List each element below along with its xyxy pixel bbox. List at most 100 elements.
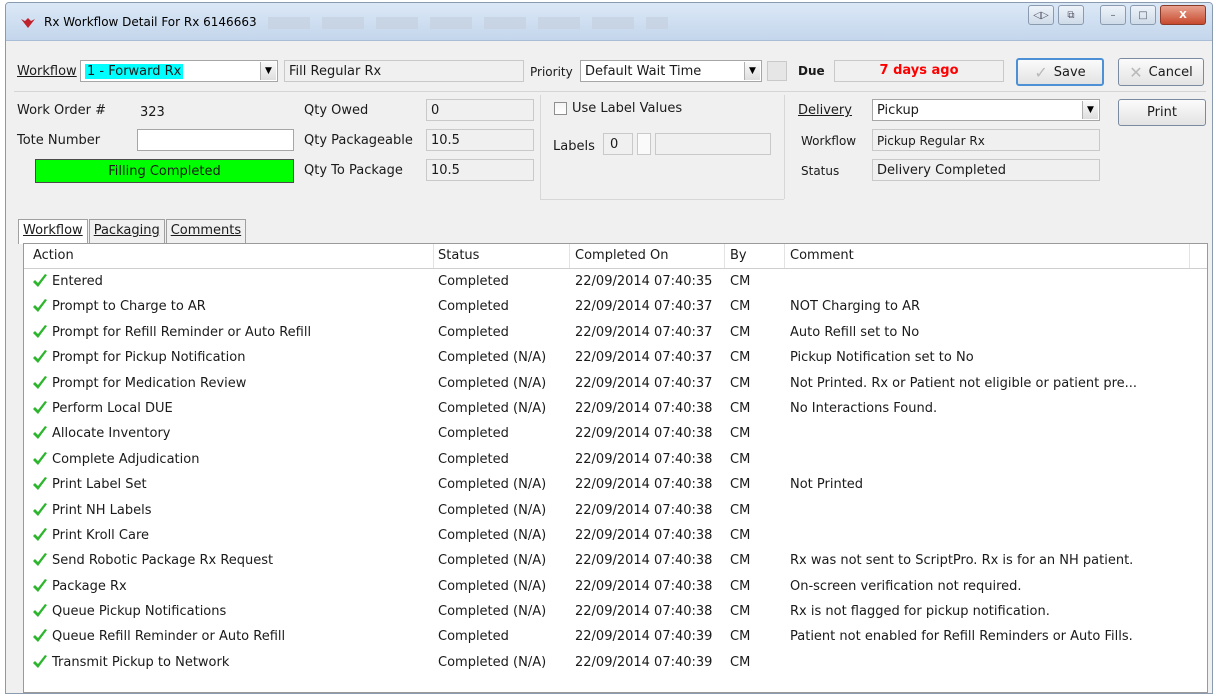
tote-number-label: Tote Number [17,133,101,148]
table-row[interactable]: Prompt for Medication Review Completed (N… [24,372,1207,397]
check-icon [33,502,47,516]
cell-action: Transmit Pickup to Network [52,654,230,670]
table-row[interactable]: Print Label Set Completed (N/A) 22/09/2014… [24,473,1207,498]
priority-extra-button[interactable] [767,61,787,81]
cell-status: Completed (N/A) [438,604,547,620]
check-icon [33,527,47,541]
column-header-action[interactable]: Action [33,248,74,263]
cell-by: CM [730,477,751,493]
column-header-by[interactable]: By [730,248,747,263]
check-icon [33,578,47,592]
cell-by: CM [730,375,751,391]
cell-comment: Not Printed. Rx or Patient not eligible … [790,375,1138,391]
cell-by: CM [730,604,751,620]
chevron-down-icon[interactable]: ▼ [260,62,276,80]
check-icon [33,375,47,389]
table-row[interactable]: Perform Local DUE Completed (N/A) 22/09/20… [24,397,1207,422]
workflow-grid[interactable]: Action Status Completed On By Comment En… [23,243,1208,693]
cell-status: Completed [438,451,509,467]
cell-completed-on: 22/09/2014 07:40:38 [575,553,713,569]
table-row[interactable]: Allocate Inventory Completed 22/09/2014 07… [24,422,1207,447]
cell-status: Completed (N/A) [438,578,547,594]
table-row[interactable]: Queue Pickup Notifications Completed (N/A… [24,600,1207,625]
table-row[interactable]: Prompt for Pickup Notification Completed … [24,346,1207,371]
table-row[interactable]: Print Kroll Care Completed (N/A) 22/09/201… [24,524,1207,549]
minimize-button[interactable]: – [1100,5,1126,25]
cell-by: CM [730,527,751,543]
print-button[interactable]: Print [1118,99,1206,126]
qty-owed-field: 0 [426,99,534,121]
cell-action: Prompt for Medication Review [52,375,247,391]
cell-action: Entered [52,274,103,289]
use-label-values-checkbox[interactable] [554,102,567,115]
tab-workflow[interactable]: Workflow [18,219,88,244]
grid-rows: Entered Completed 22/09/2014 07:40:35 CM Pro… [24,270,1207,676]
table-row[interactable]: Transmit Pickup to Network Completed (N/A… [24,651,1207,676]
table-row[interactable]: Print NH Labels Completed (N/A) 22/09/2014… [24,499,1207,524]
maximize-button[interactable]: □ [1130,5,1156,25]
table-row[interactable]: Entered Completed 22/09/2014 07:40:35 CM [24,270,1207,295]
cell-action: Queue Refill Reminder or Auto Refill [52,629,286,645]
print-button-label: Print [1147,105,1177,120]
check-icon [33,553,47,567]
cell-action: Queue Pickup Notifications [52,604,227,620]
column-header-completed-on[interactable]: Completed On [575,248,669,263]
window-restore-icon[interactable]: ⧉ [1058,5,1084,25]
tote-number-input[interactable] [137,129,294,151]
cell-completed-on: 22/09/2014 07:40:38 [575,604,713,620]
save-button[interactable]: ✓ Save [1016,58,1104,86]
cell-completed-on: 22/09/2014 07:40:38 [575,578,713,594]
delivery-status-label: Status [801,164,840,178]
cell-completed-on: 22/09/2014 07:40:37 [575,299,713,315]
workflow-detail-window: Rx Workflow Detail For Rx 6146663 ◁▷ ⧉ –… [5,2,1213,694]
cell-completed-on: 22/09/2014 07:40:37 [575,324,713,340]
cell-by: CM [730,426,751,442]
table-row[interactable]: Package Rx Completed (N/A) 22/09/2014 07:4… [24,575,1207,600]
cell-action: Allocate Inventory [52,426,171,442]
check-icon [33,350,47,364]
cancel-button[interactable]: ✕ Cancel [1118,58,1204,86]
cell-status: Completed (N/A) [438,553,547,569]
tab-comments-label: Comments [170,223,242,238]
title-bar[interactable]: Rx Workflow Detail For Rx 6146663 ◁▷ ⧉ –… [6,3,1212,41]
table-row[interactable]: Complete Adjudication Completed 22/09/2014… [24,448,1207,473]
workflow-select[interactable]: 1 - Forward Rx ▼ [80,60,278,82]
cell-by: CM [730,654,751,670]
column-header-status[interactable]: Status [438,248,479,263]
delivery-select-value: Pickup [877,103,919,118]
table-row[interactable]: Queue Refill Reminder or Auto Refill Comp… [24,625,1207,650]
qty-packageable-field: 10.5 [426,129,534,151]
cell-completed-on: 22/09/2014 07:40:37 [575,350,713,366]
header-divider [14,91,1206,92]
priority-select[interactable]: Default Wait Time ▼ [580,60,762,82]
filling-status-text: Filling Completed [108,164,221,179]
labels-group-bottom-border [540,199,784,200]
cell-action: Package Rx [52,578,127,594]
cell-action: Print NH Labels [52,502,152,518]
cell-status: Completed (N/A) [438,375,547,391]
window-nav-icon[interactable]: ◁▷ [1028,5,1054,25]
cell-completed-on: 22/09/2014 07:40:38 [575,426,713,442]
cell-completed-on: 22/09/2014 07:40:39 [575,654,713,670]
labels-label: Labels [553,139,595,154]
tab-comments[interactable]: Comments [165,219,247,243]
check-icon [33,629,47,643]
table-row[interactable]: Send Robotic Package Rx Request Completed… [24,549,1207,574]
cell-completed-on: 22/09/2014 07:40:38 [575,477,713,493]
cell-comment: Pickup Notification set to No [790,350,974,366]
chevron-down-icon[interactable]: ▼ [1082,101,1098,119]
cell-by: CM [730,274,751,289]
cell-comment: On-screen verification not required. [790,578,1022,594]
tab-packaging[interactable]: Packaging [88,219,165,243]
chevron-down-icon[interactable]: ▼ [744,62,760,80]
column-header-comment[interactable]: Comment [790,248,854,263]
cell-action: Print Label Set [52,477,147,493]
title-bar-menu-blurred [268,17,668,29]
labels-spinner[interactable] [637,133,651,155]
table-row[interactable]: Prompt for Refill Reminder or Auto Refil… [24,321,1207,346]
table-row[interactable]: Prompt to Charge to AR Completed 22/09/201… [24,295,1207,320]
cell-action: Prompt for Pickup Notification [52,350,246,366]
grid-header: Action Status Completed On By Comment [24,244,1207,269]
delivery-select[interactable]: Pickup ▼ [872,99,1100,121]
close-button[interactable]: X [1160,5,1206,25]
